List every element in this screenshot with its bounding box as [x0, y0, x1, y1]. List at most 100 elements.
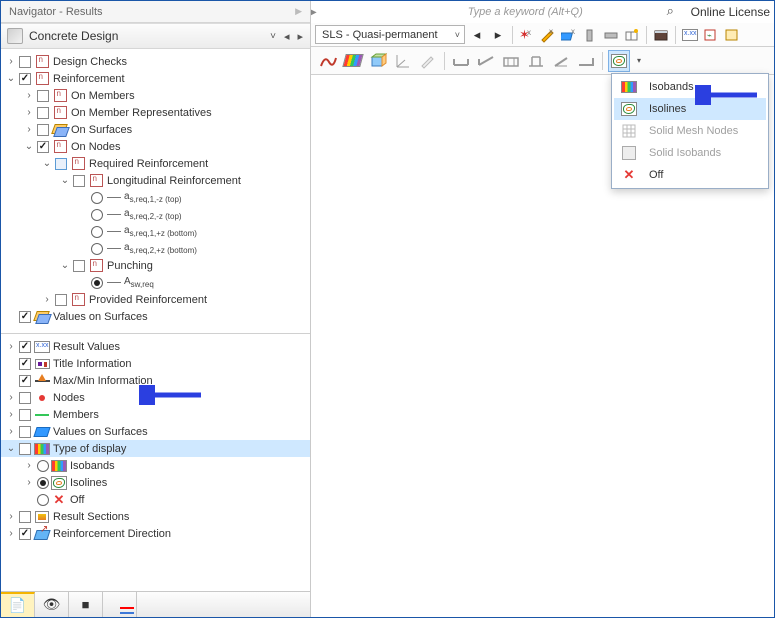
- expand-icon[interactable]: ›: [23, 477, 35, 489]
- expand-icon[interactable]: ›: [23, 460, 35, 472]
- checkbox[interactable]: [37, 107, 49, 119]
- expand-icon[interactable]: ›: [5, 56, 17, 68]
- radio[interactable]: [91, 226, 103, 238]
- checkbox[interactable]: [19, 528, 31, 540]
- tool-beam-x[interactable]: [602, 25, 620, 45]
- expand-icon[interactable]: ›: [5, 426, 17, 438]
- row-reinforcement[interactable]: ⌄ Reinforcement: [1, 70, 310, 87]
- expand-icon[interactable]: ›: [5, 341, 17, 353]
- radio[interactable]: [37, 460, 49, 472]
- checkbox[interactable]: [19, 511, 31, 523]
- prev-button[interactable]: ◂: [468, 25, 486, 45]
- tab-navigator[interactable]: 📄: [1, 592, 35, 617]
- tool-star-x[interactable]: ✶x: [518, 25, 536, 45]
- row-type-of-display[interactable]: ⌄ Type of display: [1, 440, 310, 457]
- load-combo[interactable]: SLS - Quasi-permanent ˅: [315, 25, 465, 44]
- checkbox[interactable]: [37, 90, 49, 102]
- tool-display-type[interactable]: [608, 50, 630, 72]
- expand-icon[interactable]: ›: [41, 294, 53, 306]
- tool-gradient[interactable]: [342, 50, 364, 72]
- row-design-checks[interactable]: › Design Checks: [1, 53, 310, 70]
- checkbox[interactable]: [19, 426, 31, 438]
- row-isolines[interactable]: › Isolines: [1, 474, 310, 491]
- expand-icon[interactable]: ›: [5, 528, 17, 540]
- expand-icon[interactable]: ›: [5, 392, 17, 404]
- checkbox[interactable]: [19, 73, 31, 85]
- row-result-values[interactable]: › Result Values: [1, 338, 310, 355]
- row-required[interactable]: ⌄ Required Reinforcement: [1, 155, 310, 172]
- checkbox[interactable]: [73, 260, 85, 272]
- tool-film[interactable]: [652, 25, 670, 45]
- row-members2[interactable]: › Members: [1, 406, 310, 423]
- tool-tag[interactable]: ⌁: [702, 25, 720, 45]
- row-a2[interactable]: as,req,2,-z (top): [1, 206, 310, 223]
- menu-off[interactable]: ✕ Off: [614, 164, 766, 186]
- tool-xnn[interactable]: [681, 25, 699, 45]
- collapse-icon[interactable]: ⌄: [59, 175, 71, 187]
- radio[interactable]: [91, 209, 103, 221]
- tab-camera[interactable]: ■: [69, 592, 103, 617]
- online-license[interactable]: Online License: [691, 5, 770, 19]
- tool-axis[interactable]: [392, 50, 414, 72]
- checkbox[interactable]: [55, 158, 67, 170]
- checkbox[interactable]: [55, 294, 67, 306]
- checkbox[interactable]: [37, 141, 49, 153]
- row-a3[interactable]: as,req,1,+z (bottom): [1, 223, 310, 240]
- chevron-down-icon[interactable]: ˅: [270, 31, 276, 42]
- close-panel-icon[interactable]: ▶: [295, 6, 302, 17]
- checkbox[interactable]: [37, 124, 49, 136]
- tool-beam-e[interactable]: [550, 50, 572, 72]
- checkbox[interactable]: [19, 375, 31, 387]
- checkbox[interactable]: [19, 358, 31, 370]
- tool-last[interactable]: [723, 25, 741, 45]
- checkbox[interactable]: [19, 341, 31, 353]
- tab-results[interactable]: [103, 592, 137, 617]
- row-isobands[interactable]: › Isobands: [1, 457, 310, 474]
- expand-icon[interactable]: ›: [5, 409, 17, 421]
- row-result-sections[interactable]: › Result Sections: [1, 508, 310, 525]
- tool-column-x[interactable]: [581, 25, 599, 45]
- tool-beam-f[interactable]: [575, 50, 597, 72]
- expand-icon[interactable]: ›: [23, 90, 35, 102]
- chevron-right-icon[interactable]: ▸: [297, 30, 303, 43]
- row-title-info[interactable]: Title Information: [1, 355, 310, 372]
- checkbox[interactable]: [19, 443, 31, 455]
- radio[interactable]: [37, 494, 49, 506]
- keyword-hint[interactable]: Type a keyword (Alt+Q): [468, 6, 583, 18]
- row-on-surfaces[interactable]: › On Surfaces: [1, 121, 310, 138]
- row-on-members[interactable]: › On Members: [1, 87, 310, 104]
- row-on-nodes[interactable]: ⌄ On Nodes: [1, 138, 310, 155]
- row-off[interactable]: ✕ Off: [1, 491, 310, 508]
- radio[interactable]: [91, 192, 103, 204]
- tool-beam-b[interactable]: [475, 50, 497, 72]
- tool-pencil-x[interactable]: x: [539, 25, 557, 45]
- tool-grid-x[interactable]: [623, 25, 641, 45]
- tool-pencil[interactable]: [417, 50, 439, 72]
- tool-beam-c[interactable]: [500, 50, 522, 72]
- expand-icon[interactable]: ›: [23, 124, 35, 136]
- checkbox[interactable]: [19, 56, 31, 68]
- tool-beam-a[interactable]: [450, 50, 472, 72]
- tool-beam-d[interactable]: [525, 50, 547, 72]
- radio[interactable]: [91, 243, 103, 255]
- row-values-on-surfaces2[interactable]: › Values on Surfaces: [1, 423, 310, 440]
- collapse-icon[interactable]: ⌄: [23, 141, 35, 153]
- checkbox[interactable]: [19, 409, 31, 421]
- checkbox[interactable]: [19, 311, 31, 323]
- chevron-left-icon[interactable]: ◂: [284, 30, 290, 43]
- radio[interactable]: [37, 477, 49, 489]
- section-header-concrete[interactable]: Concrete Design ˅ ◂ ▸: [1, 23, 310, 49]
- tool-display-type-dropdown[interactable]: ▾: [633, 50, 645, 72]
- row-punching[interactable]: ⌄ Punching: [1, 257, 310, 274]
- tool-surface-x[interactable]: x: [560, 25, 578, 45]
- expand-icon[interactable]: ›: [23, 107, 35, 119]
- collapse-icon[interactable]: ⌄: [5, 443, 17, 455]
- collapse-icon[interactable]: ⌄: [41, 158, 53, 170]
- row-rein-dir[interactable]: › Reinforcement Direction: [1, 525, 310, 542]
- tool-cube[interactable]: [367, 50, 389, 72]
- row-values-on-surfaces[interactable]: Values on Surfaces: [1, 308, 310, 325]
- radio[interactable]: [91, 277, 103, 289]
- row-a4[interactable]: as,req,2,+z (bottom): [1, 240, 310, 257]
- row-provided[interactable]: › Provided Reinforcement: [1, 291, 310, 308]
- expand-icon[interactable]: ›: [5, 511, 17, 523]
